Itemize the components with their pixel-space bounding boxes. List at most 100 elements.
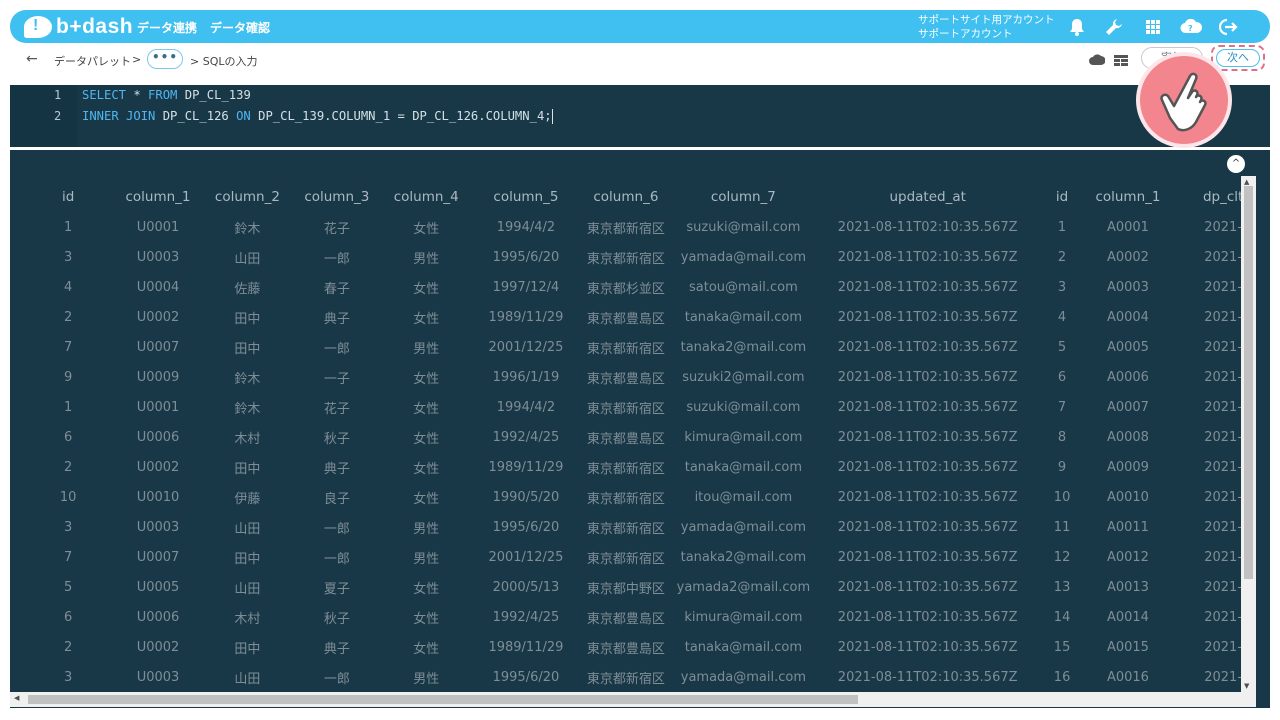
- table-cell: 7: [64, 549, 73, 565]
- column-header[interactable]: id: [1044, 182, 1079, 212]
- help-cloud-icon[interactable]: [1089, 52, 1106, 68]
- code-line-1[interactable]: SELECT * FROM DP_CL_139: [82, 88, 251, 102]
- column-header[interactable]: column_4: [377, 182, 476, 212]
- horizontal-scroll-thumb[interactable]: [28, 695, 858, 704]
- column-header[interactable]: column_1: [118, 182, 197, 212]
- table-cell: tanaka2@mail.com: [680, 549, 807, 565]
- grid-icon[interactable]: [1142, 16, 1164, 38]
- table-cell: 東京都新宿区: [586, 491, 665, 507]
- sql-keyword: SELECT: [82, 88, 127, 102]
- breadcrumb-sql-input: > SQLの入力: [190, 55, 258, 68]
- table-cell: U0003: [136, 249, 180, 265]
- table-cell: 東京都新宿区: [586, 341, 665, 357]
- scroll-up-arrow-icon[interactable]: ▲: [1244, 178, 1249, 186]
- nav-data-check[interactable]: データ確認: [210, 19, 270, 36]
- table-cell: A0011: [1106, 519, 1149, 535]
- table-cell: 山田: [234, 581, 261, 597]
- table-cell: 春子: [323, 281, 350, 297]
- table-cell: 9: [1057, 459, 1067, 475]
- account-name: サポートサイト用アカウント: [918, 14, 1055, 26]
- table-body: 1 U0001 鈴木 花子 女性 1994/4/2 東京都新宿区 suzuki@mail.co…: [18, 212, 1270, 692]
- breadcrumb-ellipsis-button[interactable]: •••: [147, 49, 183, 69]
- table-cell: 東京都新宿区: [586, 401, 665, 417]
- table-cell: 10: [59, 489, 77, 505]
- top-header: b+dash データ連携 データ確認 サポートサイト用アカウント サポートアカウ…: [10, 10, 1270, 43]
- sql-editor[interactable]: 1 2 SELECT * FROM DP_CL_139 INNER JOIN D…: [10, 85, 1270, 147]
- table-cell: 女性: [413, 401, 440, 417]
- collapse-up-icon[interactable]: ^: [1227, 155, 1245, 173]
- column-header[interactable]: updated_at: [811, 182, 1045, 212]
- table-cell: U0003: [136, 669, 180, 685]
- table-row: 5 U0005 山田 夏子 女性 2000/5/13 東京都中野区 yamada2@mail.…: [18, 572, 1270, 602]
- table-cell: 一郎: [323, 671, 350, 687]
- table-cell: 花子: [323, 401, 350, 417]
- sql-text: DP_CL_139: [177, 88, 251, 102]
- scroll-left-arrow-icon[interactable]: ◀: [14, 694, 19, 702]
- sql-keyword: INNER JOIN: [82, 109, 156, 123]
- table-cell: 2021-08-11T02:10:35.567Z: [837, 249, 1018, 265]
- table-cell: U0001: [136, 399, 180, 415]
- account-info[interactable]: サポートサイト用アカウント サポートアカウント: [918, 13, 1055, 41]
- back-arrow-icon[interactable]: ←: [26, 51, 38, 67]
- horizontal-scrollbar[interactable]: ◀: [10, 692, 1256, 707]
- column-header[interactable]: id: [18, 182, 118, 212]
- nav-data-integration[interactable]: データ連携: [137, 19, 197, 36]
- table-cell: kimura@mail.com: [684, 609, 803, 625]
- table-cell: 東京都新宿区: [586, 251, 665, 267]
- table-cell: 1: [1057, 219, 1067, 235]
- column-header[interactable]: column_3: [297, 182, 376, 212]
- table-row: 2 U0002 田中 典子 女性 1989/11/29 東京都豊島区 tanaka@mail.…: [18, 632, 1270, 662]
- table-cell: yamada2@mail.com: [676, 579, 811, 595]
- table-cell: 3: [64, 519, 73, 535]
- column-header[interactable]: column_5: [476, 182, 576, 212]
- table-icon[interactable]: [1114, 52, 1130, 68]
- column-header[interactable]: column_1: [1080, 182, 1177, 212]
- sql-text: *: [126, 88, 149, 102]
- result-table: id column_1 column_2 column_3 column_4 column…: [18, 182, 1270, 692]
- code-line-2[interactable]: INNER JOIN DP_CL_126 ON DP_CL_139.COLUMN…: [82, 109, 553, 124]
- table-cell: 2: [64, 309, 73, 325]
- table-cell: U0003: [136, 519, 180, 535]
- bell-icon[interactable]: [1066, 16, 1088, 38]
- table-cell: yamada@mail.com: [680, 519, 807, 535]
- table-cell: 6: [64, 429, 73, 445]
- table-cell: U0006: [136, 429, 180, 445]
- table-cell: 15: [1053, 639, 1071, 655]
- table-cell: satou@mail.com: [689, 279, 798, 295]
- table-cell: tanaka@mail.com: [684, 459, 803, 475]
- table-cell: 東京都杉並区: [586, 281, 665, 297]
- pointer-hand-icon: [1136, 52, 1232, 148]
- table-cell: 女性: [413, 611, 440, 627]
- scroll-down-arrow-icon[interactable]: ▼: [1244, 682, 1249, 690]
- table-row: 10 U0010 伊藤 良子 女性 1990/5/20 東京都新宿区 itou@mail.co…: [18, 482, 1270, 512]
- vertical-scroll-thumb[interactable]: [1244, 186, 1253, 579]
- table-cell: 田中: [234, 341, 261, 357]
- vertical-scrollbar[interactable]: ▲ ▼: [1241, 176, 1256, 694]
- table-cell: U0005: [136, 579, 180, 595]
- table-cell: 3: [64, 669, 73, 685]
- table-cell: A0007: [1106, 399, 1149, 415]
- sql-text: DP_CL_139.COLUMN_1 = DP_CL_126.COLUMN_4;: [250, 109, 552, 123]
- logout-icon[interactable]: [1218, 16, 1240, 38]
- logo[interactable]: b+dash: [24, 14, 133, 39]
- table-cell: 女性: [413, 581, 440, 597]
- table-cell: 8: [1057, 429, 1067, 445]
- cloud-icon[interactable]: ?: [1180, 16, 1202, 38]
- column-header[interactable]: column_6: [576, 182, 676, 212]
- table-cell: 5: [1057, 339, 1067, 355]
- table-cell: 鈴木: [234, 401, 261, 417]
- table-cell: 良子: [323, 491, 350, 507]
- table-cell: 典子: [323, 641, 350, 657]
- table-cell: 1995/6/20: [492, 669, 560, 685]
- table-cell: itou@mail.com: [694, 489, 793, 505]
- column-header[interactable]: column_2: [198, 182, 297, 212]
- table-row: 6 U0006 木村 秋子 女性 1992/4/25 東京都豊島区 kimura@mail.c…: [18, 422, 1270, 452]
- table-cell: U0002: [136, 309, 180, 325]
- column-header[interactable]: column_7: [676, 182, 811, 212]
- table-cell: 1992/4/25: [492, 429, 560, 445]
- table-cell: 東京都豊島区: [586, 611, 665, 627]
- breadcrumb-data-palette[interactable]: データパレット: [54, 53, 131, 69]
- table-cell: A0002: [1106, 249, 1149, 265]
- wrench-icon[interactable]: [1103, 16, 1125, 38]
- table-row: 1 U0001 鈴木 花子 女性 1994/4/2 東京都新宿区 suzuki@mail.co…: [18, 392, 1270, 422]
